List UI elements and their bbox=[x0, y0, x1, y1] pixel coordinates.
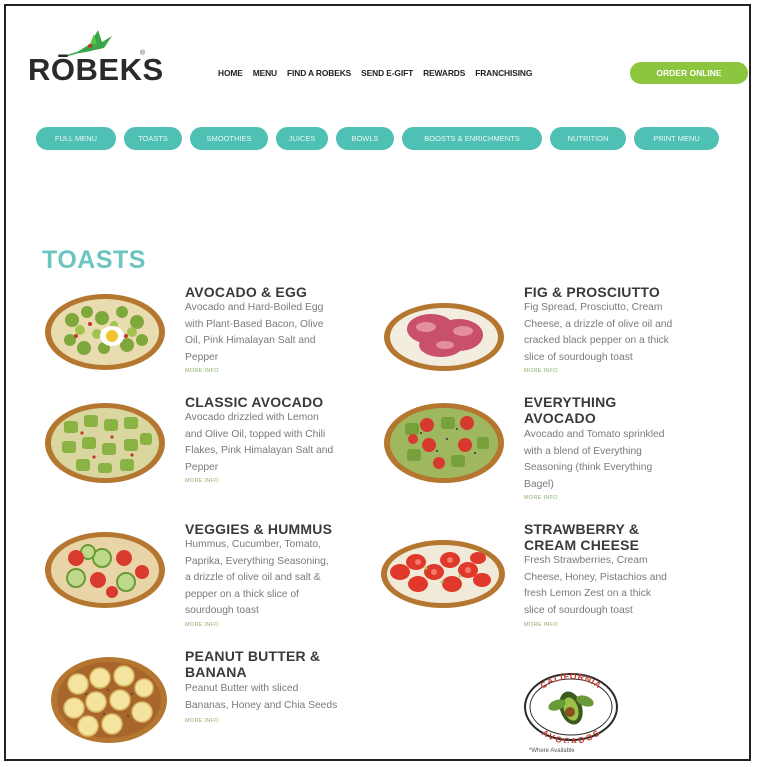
item-name[interactable]: STRAWBERRY & CREAM CHEESE bbox=[524, 521, 639, 553]
item-description: Avocado and Hard-Boiled Egg with Plant-Ba… bbox=[185, 302, 324, 363]
item-name[interactable]: FIG & PROSCIUTTO bbox=[524, 284, 660, 300]
classic-avocado-toast-image[interactable] bbox=[42, 399, 168, 485]
robeks-logo[interactable]: RŌBEKS ® bbox=[28, 26, 163, 87]
item-description: Hummus, Cucumber, Tomato, Paprika, Everyt… bbox=[185, 539, 329, 616]
pill-boosts-enrichments[interactable]: BOOSTS & ENRICHMENTS bbox=[402, 127, 542, 150]
item-description: Fresh Strawberries, Cream Cheese, Honey, … bbox=[524, 555, 667, 616]
item-name[interactable]: PEANUT BUTTER & BANANA bbox=[185, 648, 320, 680]
more-info-link[interactable]: MORE INFO bbox=[185, 368, 219, 374]
nav-find-a-robeks[interactable]: FIND A ROBEKS bbox=[287, 68, 351, 78]
peanut-butter-banana-toast-image[interactable] bbox=[48, 654, 170, 746]
item-description: Fig Spread, Prosciutto, Cream Cheese, a d… bbox=[524, 302, 673, 363]
item-name[interactable]: VEGGIES & HUMMUS bbox=[185, 521, 332, 537]
pill-print-menu[interactable]: PRINT MENU bbox=[634, 127, 719, 150]
nav-rewards[interactable]: REWARDS bbox=[423, 68, 465, 78]
main-nav: HOME MENU FIND A ROBEKS SEND E-GIFT REWA… bbox=[218, 68, 542, 78]
item-description: Avocado drizzled with Lemon and Olive Oil… bbox=[185, 412, 334, 473]
order-online-button[interactable]: ORDER ONLINE bbox=[630, 62, 748, 84]
item-name[interactable]: EVERYTHING AVOCADO bbox=[524, 394, 617, 426]
pill-toasts[interactable]: TOASTS bbox=[124, 127, 182, 150]
more-info-link[interactable]: MORE INFO bbox=[185, 478, 219, 484]
item-name[interactable]: CLASSIC AVOCADO bbox=[185, 394, 323, 410]
menu-category-pills: FULL MENU TOASTS SMOOTHIES JUICES BOWLS … bbox=[36, 127, 727, 150]
everything-avocado-toast-image[interactable] bbox=[381, 399, 507, 485]
more-info-link[interactable]: MORE INFO bbox=[524, 495, 558, 501]
nav-send-egift[interactable]: SEND E-GIFT bbox=[361, 68, 413, 78]
pill-smoothies[interactable]: SMOOTHIES bbox=[190, 127, 268, 150]
veggies-hummus-toast-image[interactable] bbox=[42, 528, 168, 610]
pill-nutrition[interactable]: NUTRITION bbox=[550, 127, 626, 150]
item-name[interactable]: AVOCADO & EGG bbox=[185, 284, 307, 300]
nav-franchising[interactable]: FRANCHISING bbox=[475, 68, 532, 78]
where-available-note: *Where Available bbox=[529, 748, 575, 754]
pill-full-menu[interactable]: FULL MENU bbox=[36, 127, 116, 150]
brand-name: RŌBEKS bbox=[28, 52, 164, 87]
page-frame: RŌBEKS ® HOME MENU FIND A ROBEKS SEND E-… bbox=[4, 4, 751, 761]
section-title: TOASTS bbox=[42, 246, 146, 274]
more-info-link[interactable]: MORE INFO bbox=[185, 622, 219, 628]
more-info-link[interactable]: MORE INFO bbox=[185, 718, 219, 724]
registered-mark: ® bbox=[140, 50, 146, 57]
pill-juices[interactable]: JUICES bbox=[276, 127, 328, 150]
california-avocados-badge: CALIFORNIA AVOCADOS bbox=[524, 671, 618, 743]
nav-menu[interactable]: MENU bbox=[253, 68, 277, 78]
item-description: Avocado and Tomato sprinkled with a blend… bbox=[524, 429, 665, 490]
strawberry-cream-cheese-toast-image[interactable] bbox=[378, 532, 508, 612]
more-info-link[interactable]: MORE INFO bbox=[524, 368, 558, 374]
item-description: Peanut Butter with sliced Bananas, Honey … bbox=[185, 683, 338, 711]
more-info-link[interactable]: MORE INFO bbox=[524, 622, 558, 628]
nav-home[interactable]: HOME bbox=[218, 68, 243, 78]
avocado-egg-toast-image[interactable] bbox=[42, 290, 168, 374]
pill-bowls[interactable]: BOWLS bbox=[336, 127, 394, 150]
fig-prosciutto-toast-image[interactable] bbox=[381, 295, 507, 375]
